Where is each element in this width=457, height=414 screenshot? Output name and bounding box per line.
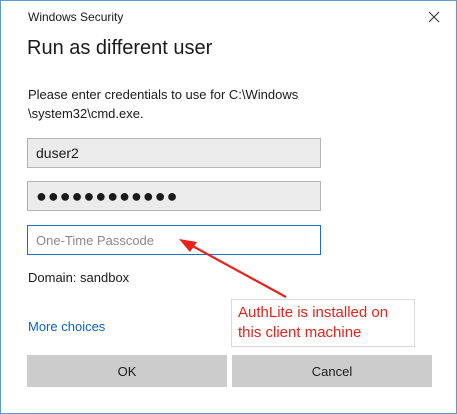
run-as-dialog: Windows Security Run as different user P… bbox=[0, 0, 457, 414]
annotation-callout: AuthLite is installed on this client mac… bbox=[231, 299, 415, 347]
message-line-1: Please enter credentials to use for C:\W… bbox=[28, 87, 299, 102]
title-bar: Windows Security bbox=[1, 1, 456, 33]
cancel-button[interactable]: Cancel bbox=[232, 355, 432, 387]
message-line-2: \system32\cmd.exe. bbox=[28, 106, 144, 121]
window-title: Windows Security bbox=[28, 10, 124, 24]
close-button[interactable] bbox=[422, 5, 446, 29]
username-input[interactable] bbox=[27, 138, 321, 168]
dialog-heading: Run as different user bbox=[27, 37, 213, 59]
domain-label: Domain: sandbox bbox=[28, 270, 130, 285]
dialog-message: Please enter credentials to use for C:\W… bbox=[28, 85, 328, 123]
annotation-line-2: this client machine bbox=[238, 324, 362, 341]
close-icon bbox=[428, 11, 440, 23]
otp-input[interactable] bbox=[27, 225, 321, 255]
ok-button[interactable]: OK bbox=[27, 355, 227, 387]
annotation-line-1: AuthLite is installed on bbox=[238, 304, 389, 321]
more-choices-link[interactable]: More choices bbox=[28, 319, 105, 334]
password-input[interactable] bbox=[27, 181, 321, 211]
